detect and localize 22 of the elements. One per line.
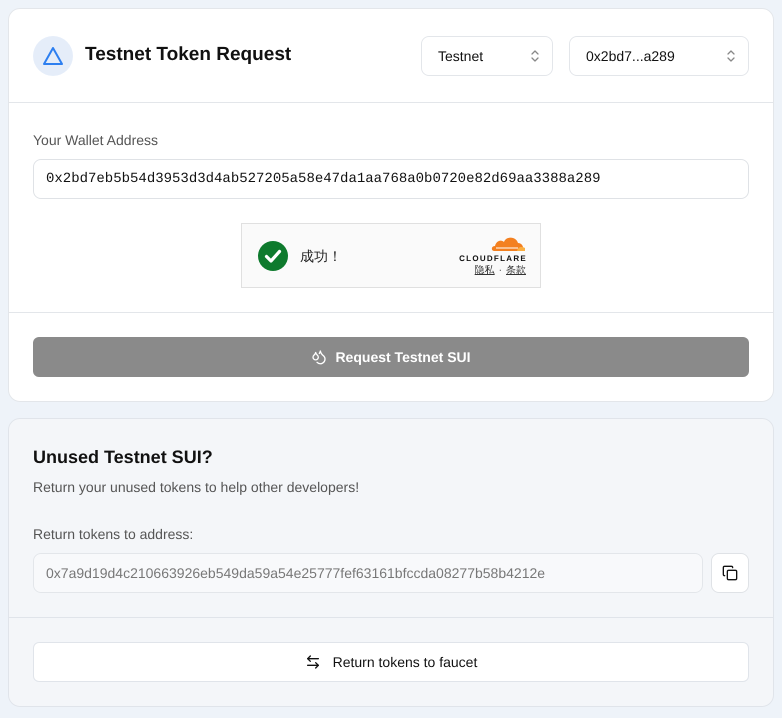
left-right-arrows-icon <box>304 654 321 670</box>
section-title: Unused Testnet SUI? <box>33 446 213 469</box>
network-select[interactable]: Testnet <box>421 36 553 76</box>
copy-icon <box>722 565 738 581</box>
account-select[interactable]: 0x2bd7...a289 <box>569 36 749 76</box>
terms-link[interactable]: 条款 <box>506 264 526 276</box>
chevron-up-down-icon <box>530 48 540 62</box>
success-check-icon[interactable] <box>258 240 288 270</box>
triangle-logo-icon <box>33 36 73 76</box>
link-separator: · <box>498 264 502 276</box>
captcha-status-text: 成功！ <box>300 246 342 266</box>
page-title: Testnet Token Request <box>85 43 292 68</box>
field-label: Return tokens to address: <box>33 525 194 544</box>
copy-button[interactable] <box>711 553 749 593</box>
brand-wordmark: CLOUDFLARE <box>459 254 527 264</box>
section-description: Return your unused tokens to help other developers! <box>33 478 360 497</box>
return-tokens-button[interactable]: Return tokens to faucet <box>33 642 749 682</box>
droplets-icon <box>311 349 328 365</box>
chevron-up-down-icon <box>726 48 736 62</box>
wallet-address-field[interactable]: 0x2bd7eb5b54d3953d3d4ab527205a58e47da1aa768a0b0720e82d69aa3388a289 <box>33 159 749 199</box>
privacy-link[interactable]: 隐私 <box>474 264 495 276</box>
field-label: Your Wallet Address <box>33 131 158 150</box>
